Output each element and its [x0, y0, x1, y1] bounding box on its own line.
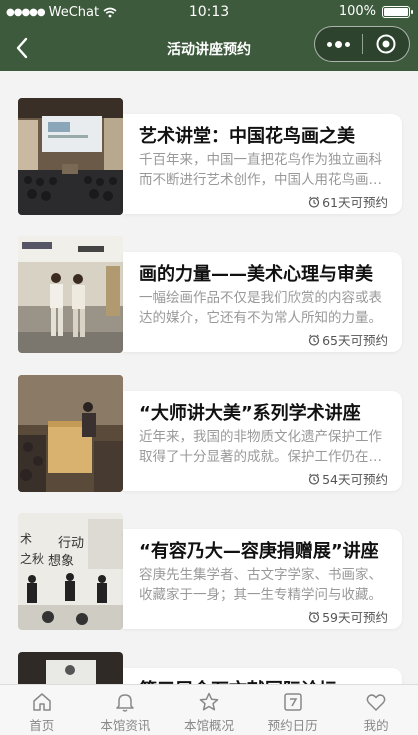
event-card[interactable]: “大师讲大美”系列学术讲座 近年来，我国的非物质文化遗产保护工作取得了十分显著的…: [18, 375, 402, 492]
tab-label: 本馆资讯: [100, 718, 151, 733]
event-list[interactable]: 艺术讲堂：中国花鸟画之美 千百年来，中国一直把花鸟作为独立画科而不断进行艺术创作…: [0, 71, 418, 684]
battery-fill: [384, 7, 408, 16]
heart-icon: [366, 694, 386, 711]
alarm-clock-icon: [308, 473, 320, 485]
days-until-booking: 61天可预约: [322, 195, 388, 210]
event-booking-status: 54天可预约: [308, 469, 388, 488]
close-button[interactable]: [363, 27, 409, 61]
event-title: 艺术讲堂：中国花鸟画之美: [139, 126, 355, 147]
event-card[interactable]: 第三届金石文献国际论坛: [18, 652, 402, 684]
battery-info: 100%: [338, 4, 413, 19]
event-card[interactable]: 术 之秋 行动 想象 “有容乃大—容庚捐赠展”讲座 容庚先生集学者、古文字学家、…: [18, 513, 402, 630]
target-close-icon: [376, 34, 396, 54]
days-until-booking: 54天可预约: [322, 472, 388, 487]
svg-text:行动: 行动: [58, 536, 84, 551]
event-info-panel: “有容乃大—容庚捐赠展”讲座 容庚先生集学者、古文字学家、书画家、收藏家于一身；…: [123, 529, 402, 629]
tab-label: 本馆概况: [183, 718, 234, 733]
bell-icon: [116, 694, 135, 712]
event-description: 容庚先生集学者、古文字学家、书画家、收藏家于一身；其一生专精学问与收藏。: [139, 567, 382, 603]
event-thumbnail: 术 之秋 行动 想象: [18, 513, 123, 630]
event-title: “大师讲大美”系列学术讲座: [139, 403, 361, 424]
event-card[interactable]: 画的力量——美术心理与审美 一幅绘画作品不仅是我们欣赏的内容或表达的媒介，它还有…: [18, 236, 402, 353]
event-info-panel: “大师讲大美”系列学术讲座 近年来，我国的非物质文化遗产保护工作取得了十分显著的…: [123, 391, 402, 491]
tab-news[interactable]: 本馆资讯: [84, 685, 168, 735]
tab-label: 预约日历: [267, 718, 318, 733]
star-icon: [199, 692, 219, 711]
more-button[interactable]: [315, 27, 362, 61]
event-thumbnail: [18, 236, 123, 353]
tab-bar: 首页 本馆资讯 本馆概况 预约日历 我的: [0, 684, 418, 735]
event-description: 一幅绘画作品不仅是我们欣赏的内容或表达的媒介，它还有不为常人所知的力量。: [139, 290, 382, 326]
event-title: “有容乃大—容庚捐赠展”讲座: [139, 541, 379, 562]
alarm-clock-icon: [308, 611, 320, 623]
tab-calendar[interactable]: 预约日历: [251, 685, 335, 735]
event-title: 第三届金石文献国际论坛: [139, 676, 389, 684]
battery-percent: 100%: [338, 4, 376, 19]
event-info-panel: 画的力量——美术心理与审美 一幅绘画作品不仅是我们欣赏的内容或表达的媒介，它还有…: [123, 252, 402, 352]
battery-icon: [382, 5, 413, 18]
days-until-booking: 65天可预约: [322, 333, 388, 348]
mini-program-capsule: [314, 26, 410, 62]
days-until-booking: 59天可预约: [322, 610, 388, 625]
event-description: 千百年来，中国一直把花鸟作为独立画科而不断进行艺术创作，中国人用花鸟画寄托情感。: [139, 152, 382, 188]
event-thumbnail: [18, 375, 123, 492]
event-card[interactable]: 艺术讲堂：中国花鸟画之美 千百年来，中国一直把花鸟作为独立画科而不断进行艺术创作…: [18, 98, 402, 215]
nav-bar: 活动讲座预约: [0, 26, 418, 71]
event-description: 近年来，我国的非物质文化遗产保护工作取得了十分显著的成就。保护工作仍在进行。: [139, 429, 382, 465]
event-title: 画的力量——美术心理与审美: [139, 264, 373, 285]
event-booking-status: 59天可预约: [308, 607, 388, 626]
svg-text:想象: 想象: [48, 553, 74, 569]
event-info-panel: 艺术讲堂：中国花鸟画之美 千百年来，中国一直把花鸟作为独立画科而不断进行艺术创作…: [123, 114, 402, 214]
event-booking-status: 65天可预约: [308, 330, 388, 349]
event-booking-status: 61天可预约: [308, 192, 388, 211]
event-info-panel: 第三届金石文献国际论坛: [123, 668, 402, 684]
svg-text:之秋: 之秋: [20, 552, 44, 566]
more-dots-icon: [327, 41, 332, 47]
alarm-clock-icon: [308, 196, 320, 208]
tab-home[interactable]: 首页: [0, 685, 84, 735]
tab-mine[interactable]: 我的: [334, 685, 418, 735]
svg-text:术: 术: [20, 532, 32, 546]
tab-label: 我的: [363, 718, 389, 733]
event-thumbnail: [18, 652, 123, 684]
tab-label: 首页: [29, 718, 55, 733]
tab-overview[interactable]: 本馆概况: [167, 685, 251, 735]
calendar-icon: [283, 693, 302, 711]
status-bar: ●●●●● WeChat 10:13 100%: [0, 0, 418, 26]
alarm-clock-icon: [308, 334, 320, 346]
event-thumbnail: [18, 98, 123, 215]
home-icon: [33, 693, 51, 711]
